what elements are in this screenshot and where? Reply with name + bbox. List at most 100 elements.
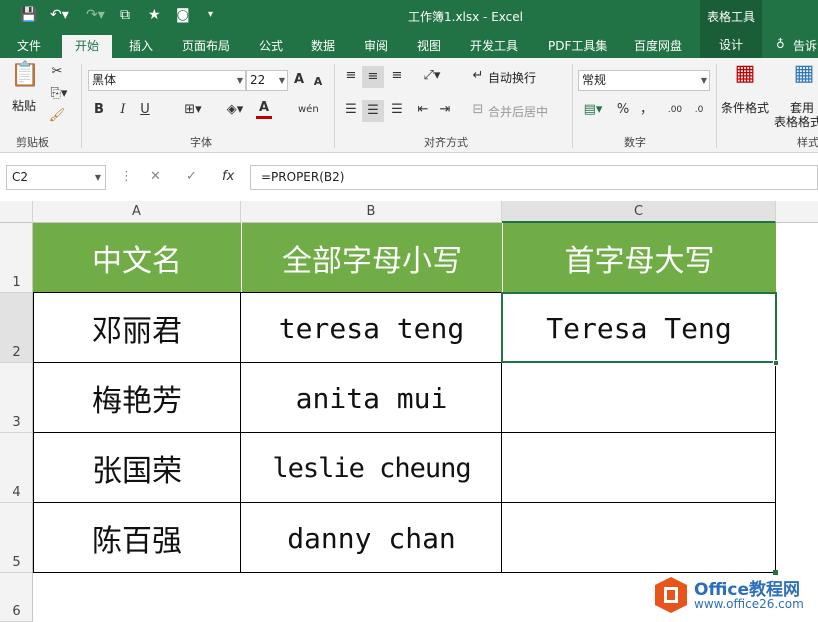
phonetic-icon[interactable]: wén [298,102,319,118]
table-cell-a2[interactable]: 邓丽君 [33,293,241,363]
align-left-icon[interactable]: ☰ [342,102,360,118]
undo-icon[interactable]: ↶▾ [50,6,69,24]
table-cell-b2[interactable]: teresa teng [241,293,502,363]
number-format-combo[interactable]: 常规 ▼ [578,70,710,91]
tab-formulas[interactable]: 公式 [259,37,283,54]
format-as-table-button-line2[interactable]: 表格格式 [774,114,818,130]
tab-insert[interactable]: 插入 [129,37,153,54]
table-cell-a5[interactable]: 陈百强 [33,503,241,573]
alignment-group-label: 对齐方式 [424,136,468,149]
font-name-combo[interactable]: 黑体 ▼ [88,70,246,91]
header-cell-a1[interactable]: 中文名 [33,223,241,293]
tab-design[interactable]: 设计 [700,32,762,58]
align-middle-icon[interactable]: ≡ [362,66,384,88]
copy-icon[interactable]: ⎘▾ [48,86,70,102]
enter-icon[interactable]: ✓ [186,169,197,184]
align-right-icon[interactable]: ☰ [388,102,406,118]
header-cell-c1[interactable]: 首字母大写 [502,223,776,293]
wrap-text-button[interactable]: 自动换行 [488,70,536,86]
increase-indent-icon[interactable]: ⇥ [436,102,454,118]
table-cell-c4[interactable] [502,433,776,503]
table-cell-c5[interactable] [502,503,776,573]
column-header-a[interactable]: A [33,201,241,223]
table-cell-b5[interactable]: danny chan [241,503,502,573]
tab-file[interactable]: 文件 [17,37,41,54]
row-header-1[interactable]: 1 [0,223,33,293]
font-color-icon[interactable]: A [256,100,272,119]
tab-page-layout[interactable]: 页面布局 [182,37,230,54]
format-painter-icon[interactable]: 🖌 [48,108,66,124]
column-header-c[interactable]: C [502,201,776,223]
customize-qat-icon[interactable]: ▾ [208,6,213,24]
lightbulb-icon[interactable]: ♁ [776,37,785,51]
redo-icon[interactable]: ↷▾ [86,6,105,24]
watermark-url: www.office26.com [694,597,804,611]
comma-style-button[interactable]: ， [640,102,653,118]
ribbon: 📋 粘贴 ✂ ⎘▾ 🖌 剪贴板 黑体 ▼ 22 ▼ A A B I U ⊞▾ ◈▾ … [0,58,818,153]
conditional-format-button[interactable]: 条件格式 [721,100,769,116]
fill-handle[interactable] [773,360,779,366]
tab-baidu[interactable]: 百度网盘 [634,37,682,54]
row-header-6[interactable]: 6 [0,573,33,622]
ribbon-tabs: 文件 开始 插入 页面布局 公式 数据 审阅 视图 开发工具 PDF工具集 百度… [0,32,818,58]
align-top-icon[interactable]: ≡ [342,68,360,84]
tab-developer[interactable]: 开发工具 [470,37,518,54]
percent-button[interactable]: % [616,102,630,118]
accounting-format-icon[interactable]: ▤▾ [578,102,608,118]
tab-home[interactable]: 开始 [62,35,112,58]
header-cell-b1[interactable]: 全部字母小写 [241,223,502,293]
row-header-3[interactable]: 3 [0,363,33,433]
fill-color-icon[interactable]: ◈▾ [222,102,248,118]
format-as-table-icon[interactable]: ▦ [790,63,818,96]
decrease-decimal-icon[interactable]: .0 [690,102,708,118]
orientation-icon[interactable]: ⤢▾ [418,68,446,84]
camera-icon[interactable]: ◙ [176,6,190,24]
merge-center-button[interactable]: 合并后居中 [488,104,548,120]
merge-icon[interactable]: ⊟ [470,102,486,118]
font-group-label: 字体 [190,136,212,149]
tab-pdf[interactable]: PDF工具集 [548,37,607,54]
table-cell-b3[interactable]: anita mui [241,363,502,433]
row-header-4[interactable]: 4 [0,433,33,503]
table-cell-a3[interactable]: 梅艳芳 [33,363,241,433]
table-cell-a4[interactable]: 张国荣 [33,433,241,503]
tab-data[interactable]: 数据 [311,37,335,54]
row-header-2[interactable]: 2 [0,293,33,363]
grow-font-icon[interactable]: A [292,72,306,88]
table-border [33,502,776,503]
name-box-value: C2 [12,170,29,184]
select-all-corner[interactable] [0,201,33,223]
decrease-indent-icon[interactable]: ⇤ [414,102,432,118]
increase-decimal-icon[interactable]: .00 [666,102,684,118]
name-box[interactable]: C2 ▼ [6,165,106,190]
table-cell-b4[interactable]: leslie cheung [241,433,502,503]
borders-icon[interactable]: ⊞▾ [182,102,204,118]
column-header-b[interactable]: B [241,201,502,223]
tab-review[interactable]: 审阅 [364,37,388,54]
paste-button[interactable]: 粘贴 [12,98,36,114]
align-bottom-icon[interactable]: ≡ [388,68,406,84]
table-cell-c3[interactable] [502,363,776,433]
bold-button[interactable]: B [92,102,106,118]
insert-function-icon[interactable]: fx [222,169,234,184]
font-name-value: 黑体 [92,73,117,87]
row-header-5[interactable]: 5 [0,503,33,573]
clipboard-icon[interactable]: 📋 [10,62,40,94]
save-icon[interactable]: 💾 [20,6,37,24]
formula-input[interactable]: =PROPER(B2) [250,165,818,190]
formula-bar: C2 ▼ ⋮ ✕ ✓ fx =PROPER(B2) [0,153,818,201]
chevron-down-icon: ▼ [94,173,101,182]
tell-me[interactable]: 告诉 [793,37,817,54]
cut-icon[interactable]: ✂ [48,64,66,80]
conditional-format-icon[interactable]: ▦ [730,63,760,96]
align-center-icon[interactable]: ☰ [362,100,384,122]
cancel-icon[interactable]: ✕ [150,169,161,184]
tab-view[interactable]: 视图 [417,37,441,54]
font-size-combo[interactable]: 22 ▼ [246,70,288,91]
italic-button[interactable]: I [116,102,130,118]
star-icon[interactable]: ★ [148,6,161,24]
screenshot-icon[interactable]: ⧉ [120,6,130,24]
shrink-font-icon[interactable]: A [312,74,324,90]
underline-button[interactable]: U [138,102,152,118]
wrap-text-icon[interactable]: ↵ [470,68,486,84]
